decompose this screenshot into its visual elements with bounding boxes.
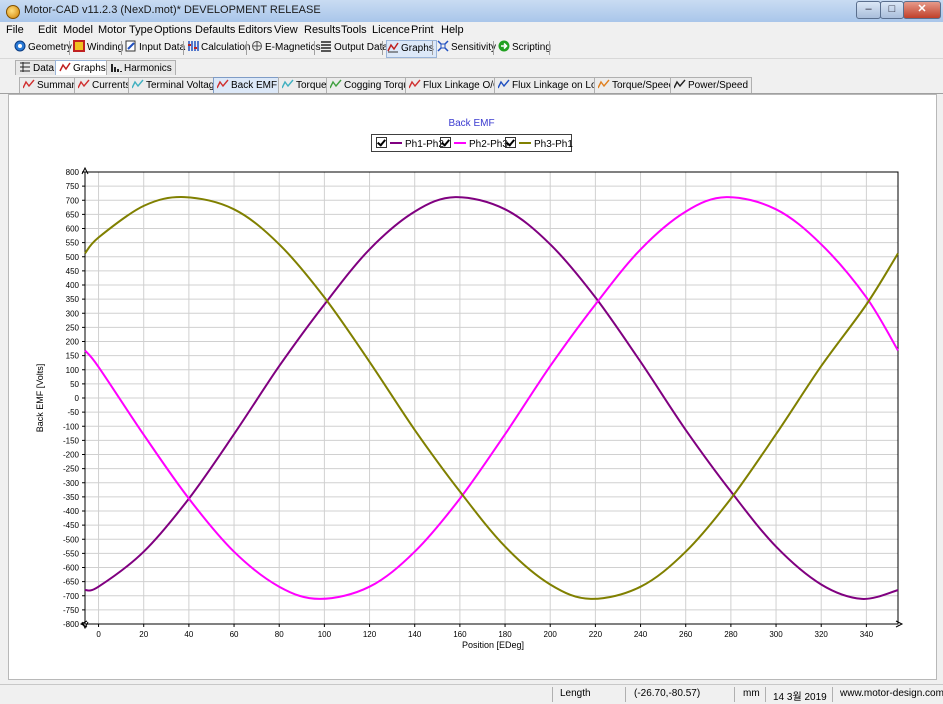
status-date: 14 3월 2019: [773, 692, 827, 703]
x-tick-label: 180: [498, 630, 512, 639]
y-tick-label: 250: [66, 323, 80, 332]
x-tick-label: 300: [769, 630, 783, 639]
x-tick-label: 320: [815, 630, 829, 639]
y-tick-label: -500: [63, 535, 80, 544]
y-tick-label: -250: [63, 465, 80, 474]
x-tick-label: 60: [230, 630, 239, 639]
y-tick-label: -50: [67, 408, 79, 417]
y-tick-label: -300: [63, 479, 80, 488]
x-tick-label: 340: [860, 630, 874, 639]
y-tick-label: 650: [66, 210, 80, 219]
y-tick-label: 300: [66, 309, 80, 318]
y-tick-label: 150: [66, 352, 80, 361]
x-tick-label: 140: [408, 630, 422, 639]
x-tick-label: 260: [679, 630, 693, 639]
y-tick-label: 200: [66, 338, 80, 347]
y-tick-label: -450: [63, 521, 80, 530]
x-tick-label: 80: [275, 630, 284, 639]
y-tick-label: 750: [66, 182, 80, 191]
y-tick-label: 100: [66, 366, 80, 375]
y-tick-label: 800: [66, 168, 80, 177]
y-tick-label: 50: [70, 380, 79, 389]
y-tick-label: 600: [66, 225, 80, 234]
y-tick-label: 350: [66, 295, 80, 304]
y-tick-label: 0: [75, 394, 80, 403]
x-tick-label: 220: [589, 630, 603, 639]
status-separator: [625, 687, 626, 702]
y-tick-label: -150: [63, 436, 80, 445]
y-tick-label: -400: [63, 507, 80, 516]
y-tick-label: -100: [63, 422, 80, 431]
status-separator: [552, 687, 553, 702]
x-tick-label: 160: [453, 630, 467, 639]
y-tick-label: 450: [66, 267, 80, 276]
status-separator: [832, 687, 833, 702]
y-tick-label: -550: [63, 549, 80, 558]
y-tick-label: -700: [63, 592, 80, 601]
status-bar: Length (-26.70,-80.57) mm 14 3월 2019 www…: [0, 684, 943, 704]
y-tick-label: 700: [66, 196, 80, 205]
y-tick-label: -800: [63, 620, 80, 629]
y-tick-label: 500: [66, 253, 80, 262]
status-units: mm: [743, 688, 760, 699]
y-tick-label: -200: [63, 451, 80, 460]
status-length: Length: [560, 688, 591, 699]
status-separator: [765, 687, 766, 702]
x-tick-label: 40: [184, 630, 193, 639]
y-tick-label: -600: [63, 564, 80, 573]
chart-plot: -800-750-700-650-600-550-500-450-400-350…: [63, 166, 904, 639]
x-tick-label: 20: [139, 630, 148, 639]
x-tick-label: 240: [634, 630, 648, 639]
x-tick-label: 0: [96, 630, 101, 639]
x-tick-label: 200: [544, 630, 558, 639]
y-tick-label: -750: [63, 606, 80, 615]
x-tick-label: 120: [363, 630, 377, 639]
x-tick-label: 100: [318, 630, 332, 639]
status-coords: (-26.70,-80.57): [634, 688, 701, 699]
y-tick-label: 550: [66, 239, 80, 248]
status-website: www.motor-design.com: [840, 688, 943, 699]
y-tick-label: -650: [63, 578, 80, 587]
y-tick-label: 400: [66, 281, 80, 290]
status-separator: [734, 687, 735, 702]
x-tick-label: 280: [724, 630, 738, 639]
y-tick-label: -350: [63, 493, 80, 502]
